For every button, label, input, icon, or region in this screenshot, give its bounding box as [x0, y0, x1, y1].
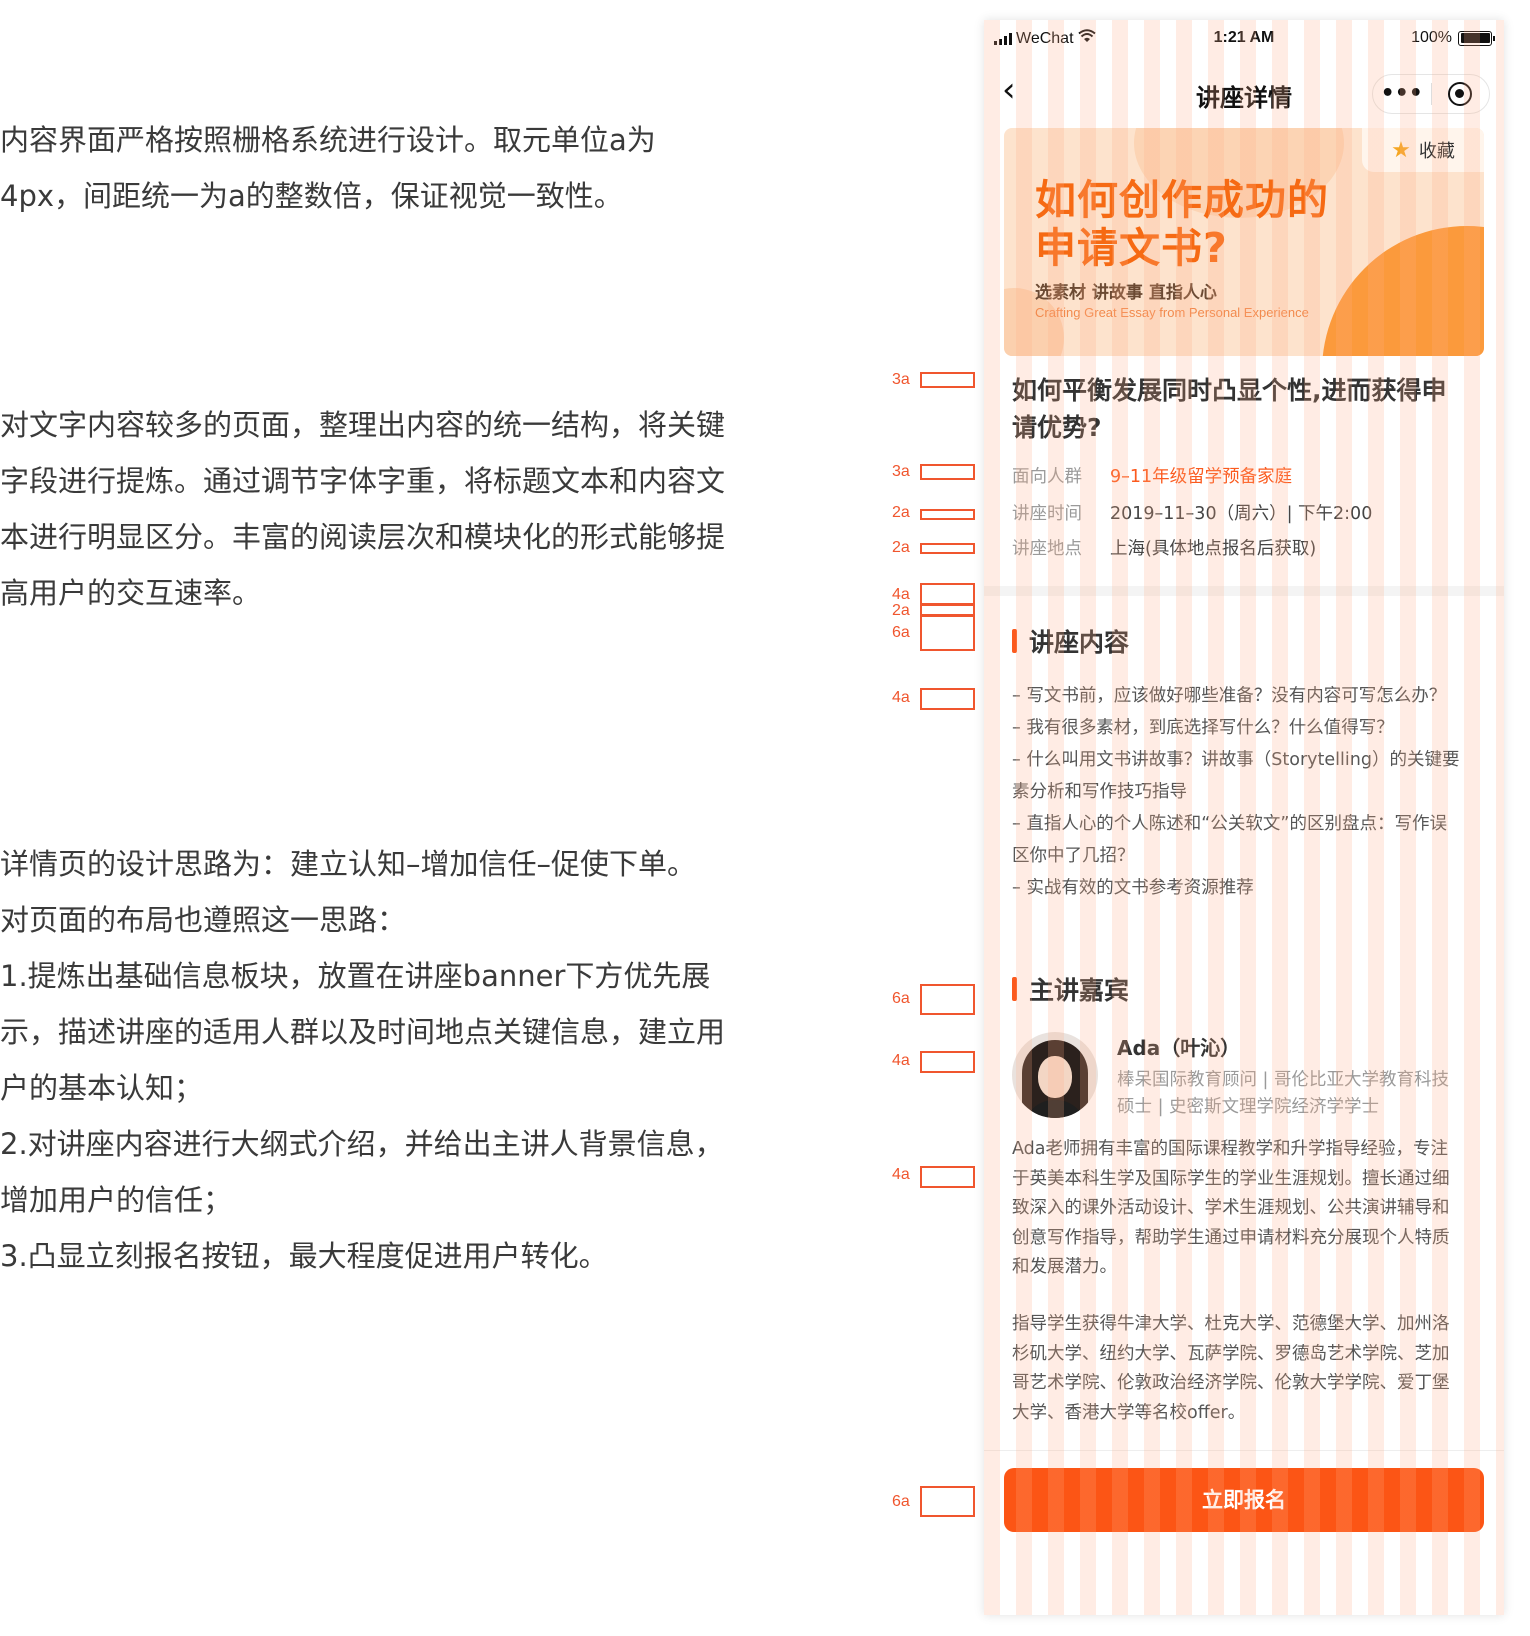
- list-item: – 什么叫用文书讲故事？讲故事（Storytelling）的关键要素分析和写作技…: [1012, 750, 1460, 802]
- section-title: 主讲嘉宾: [1029, 976, 1130, 1005]
- explanation-paragraph-1: 内容界面严格按照栅格系统进行设计。取元单位a为 4px，间距统一为a的整数倍，保…: [0, 112, 830, 224]
- info-value: 2019–11–30（周六）| 下午2:00: [1110, 504, 1373, 524]
- avatar: [1012, 1032, 1098, 1118]
- phone-mockup: WeChat 1:21 AM 100% ‹ 讲座详情 ••• 如何创作成功的 申…: [984, 20, 1504, 1615]
- spacing-marker: [920, 615, 975, 651]
- section-divider: [984, 586, 1504, 596]
- lecture-banner: 如何创作成功的 申请文书? 选素材 讲故事 直指人心 Crafting Grea…: [1004, 128, 1484, 356]
- explanation-paragraph-2: 对文字内容较多的页面，整理出内容的统一结构，将关键 字段进行提炼。通过调节字体字…: [0, 397, 830, 621]
- explanation-line: 4px，间距统一为a的整数倍，保证视觉一致性。: [0, 179, 623, 213]
- spacing-label: 3a: [892, 371, 910, 388]
- spacing-marker: [920, 1486, 975, 1517]
- favorite-label: 收藏: [1418, 141, 1455, 162]
- explanation-paragraph-3: 详情页的设计思路为：建立认知–增加信任–促使下单。 对页面的布局也遵照这一思路：…: [0, 836, 830, 1284]
- spacing-label: 2a: [892, 504, 910, 521]
- spacing-label: 4a: [892, 1166, 910, 1183]
- info-label: 讲座地点: [1012, 539, 1082, 559]
- spacing-label: 2a: [892, 539, 910, 556]
- info-row-audience: 面向人群 9–11年级留学预备家庭: [1012, 463, 1292, 488]
- speaker-bio: Ada老师拥有丰富的国际课程教学和升学指导经验，专注于英美本科生学及国际学生的学…: [1012, 1139, 1450, 1277]
- banner-subtitle: 选素材 讲故事 直指人心: [1035, 283, 1217, 303]
- list-item: – 实战有效的文书参考资源推荐: [1012, 878, 1254, 898]
- explanation-line: 增加用户的信任；: [0, 1183, 233, 1217]
- speaker-section-heading: 主讲嘉宾: [1012, 971, 1129, 1007]
- explanation-line: 3.凸显立刻报名按钮，最大程度促进用户转化。: [0, 1239, 608, 1273]
- status-bar: WeChat 1:21 AM 100%: [984, 20, 1504, 60]
- explanation-line: 本进行明显区分。丰富的阅读层次和模块化的形式能够提: [0, 520, 726, 554]
- banner-english-subtitle: Crafting Great Essay from Personal Exper…: [1035, 305, 1309, 320]
- info-row-time: 讲座时间 2019–11–30（周六）| 下午2:00: [1012, 500, 1372, 525]
- info-label: 面向人群: [1012, 467, 1082, 487]
- nav-bar: ‹ 讲座详情 •••: [984, 64, 1504, 120]
- speaker-credentials: 棒呆国际教育顾问 | 哥伦比亚大学教育科技硕士 | 史密斯文理学院经济学学士: [1117, 1070, 1450, 1117]
- battery-icon: [1458, 30, 1495, 46]
- explanation-line: 1.提炼出基础信息板块，放置在讲座banner下方优先展: [0, 959, 711, 993]
- info-value: 上海(具体地点报名后获取): [1110, 539, 1317, 559]
- spacing-marker: [920, 1166, 975, 1188]
- info-row-location: 讲座地点 上海(具体地点报名后获取): [1012, 535, 1316, 560]
- banner-decoration: [1322, 226, 1484, 356]
- banner-title-line: 申请文书?: [1035, 224, 1228, 272]
- register-button[interactable]: 立即报名: [1004, 1468, 1484, 1532]
- section-title: 讲座内容: [1029, 628, 1130, 657]
- spacing-label: 6a: [892, 990, 910, 1007]
- spacing-label: 2a: [892, 602, 910, 619]
- heading-accent-bar: [1012, 977, 1017, 1001]
- spacing-label: 6a: [892, 1493, 910, 1510]
- banner-title-line: 如何创作成功的: [1035, 176, 1329, 224]
- speaker-name: Ada（叶沁）: [1117, 1036, 1241, 1060]
- explanation-line: 字段进行提炼。通过调节字体字重，将标题文本和内容文: [0, 464, 726, 498]
- favorite-button[interactable]: ★ 收藏: [1362, 128, 1484, 172]
- spacing-marker: [920, 372, 975, 388]
- spacing-marker: [920, 509, 975, 520]
- spacing-label: 3a: [892, 463, 910, 480]
- spacing-marker: [920, 464, 975, 480]
- spacing-label: 4a: [892, 586, 910, 603]
- explanation-line: 高用户的交互速率。: [0, 576, 262, 610]
- spacing-label: 6a: [892, 624, 910, 641]
- spacing-marker: [920, 543, 975, 554]
- battery-percent: 100%: [1411, 29, 1452, 46]
- lecture-outline-list: – 写文书前，应该做好哪些准备？没有内容可写怎么办？ – 我有很多素材，到底选择…: [1012, 680, 1462, 904]
- content-section-heading: 讲座内容: [1012, 623, 1129, 659]
- lecture-title: 如何平衡发展同时凸显个性,进而获得申请优势?: [1012, 376, 1447, 442]
- spacing-marker: [920, 583, 975, 605]
- explanation-line: 对文字内容较多的页面，整理出内容的统一结构，将关键: [0, 408, 726, 442]
- spacing-label: 4a: [892, 689, 910, 706]
- speaker-achievements: 指导学生获得牛津大学、杜克大学、范德堡大学、加州洛杉矶大学、纽约大学、瓦萨学院、…: [1012, 1314, 1450, 1423]
- explanation-line: 户的基本认知；: [0, 1071, 204, 1105]
- info-value: 9–11年级留学预备家庭: [1110, 467, 1293, 487]
- status-right: 100%: [1411, 29, 1495, 47]
- explanation-line: 详情页的设计思路为：建立认知–增加信任–促使下单。: [0, 847, 697, 881]
- heading-accent-bar: [1012, 629, 1017, 653]
- explanation-line: 2.对讲座内容进行大纲式介绍，并给出主讲人背景信息，: [0, 1127, 724, 1161]
- list-item: – 写文书前，应该做好哪些准备？没有内容可写怎么办？: [1012, 686, 1447, 706]
- star-icon: ★: [1391, 137, 1411, 163]
- explanation-line: 内容界面严格按照栅格系统进行设计。取元单位a为: [0, 123, 656, 157]
- banner-title: 如何创作成功的 申请文书?: [1035, 176, 1329, 272]
- close-target-icon[interactable]: [1431, 82, 1489, 106]
- spacing-marker: [920, 1051, 975, 1073]
- miniprogram-capsule: •••: [1372, 74, 1490, 114]
- explanation-line: 对页面的布局也遵照这一思路：: [0, 903, 407, 937]
- more-icon[interactable]: •••: [1373, 74, 1431, 114]
- list-item: – 直指人心的个人陈述和“公关软文”的区别盘点：写作误区你中了几招？: [1012, 814, 1447, 866]
- explanation-line: 示，描述讲座的适用人群以及时间地点关键信息，建立用: [0, 1015, 726, 1049]
- spacing-marker: [920, 984, 975, 1015]
- info-label: 讲座时间: [1012, 504, 1082, 524]
- list-item: – 我有很多素材，到底选择写什么？什么值得写？: [1012, 718, 1394, 738]
- spacing-marker: [920, 688, 975, 710]
- spacing-label: 4a: [892, 1052, 910, 1069]
